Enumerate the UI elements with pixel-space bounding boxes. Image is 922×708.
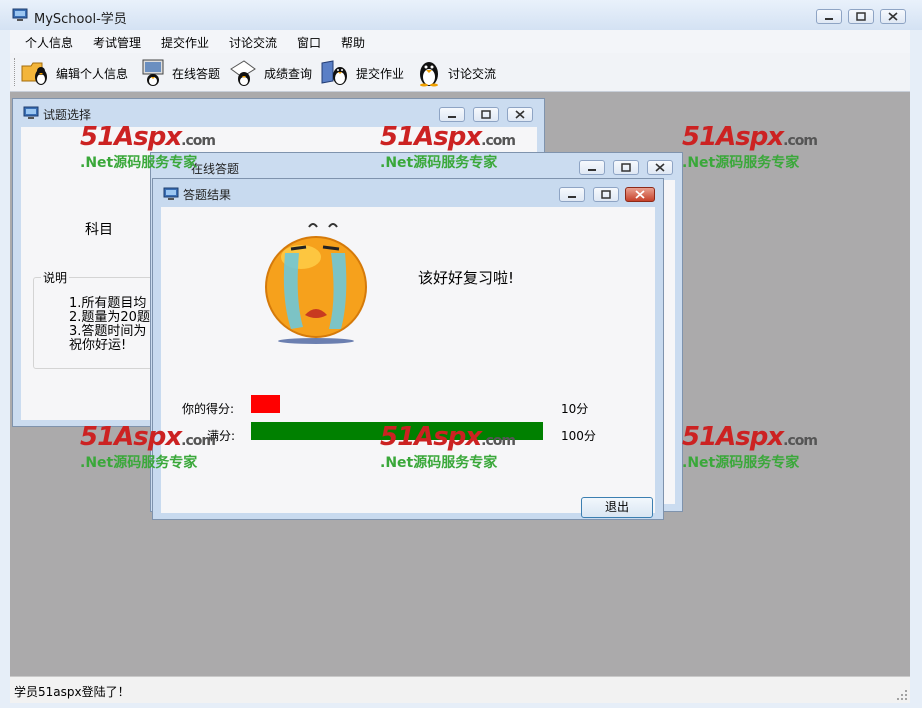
folder-penguin-icon [21,62,47,85]
subject-label: 科目 [85,222,113,238]
score-bar [251,395,280,413]
watermark-logo: 51Aspx [380,122,482,152]
minimize-icon [448,116,456,118]
menu-bar: 个人信息 考试管理 提交作业 讨论交流 窗口 帮助 [10,30,910,53]
status-bar: 学员51aspx登陆了！ [10,676,910,703]
window-title: 答题结果 [183,188,232,202]
description-line: 祝你好运! [69,338,127,353]
watermark-logo-suffix: .com [181,133,216,149]
watermark: 51Aspx.com .Net源码服务专家 [380,122,516,172]
minimize-icon [825,18,833,20]
maximize-icon [621,163,631,172]
window-title: MySchool-学员 [34,12,127,27]
close-button[interactable] [647,160,673,175]
window-computer-icon [163,187,179,200]
toolbar-grip[interactable] [14,58,17,86]
toolbar-button-score-query[interactable]: 成绩查询 [228,53,318,91]
watermark-subtitle: .Net源码服务专家 [682,155,800,171]
watermark-logo-suffix: .com [783,133,818,149]
full-score-value: 100分 [561,429,596,443]
watermark-logo: 51Aspx [380,422,482,452]
description-text: 1.所有题目均 2.题量为20题 3.答题时间为 祝你好运! [69,297,150,353]
watermark: 51Aspx.com .Net源码服务专家 [380,422,516,472]
minimize-button[interactable] [816,9,842,24]
watermark: 51Aspx.com .Net源码服务专家 [682,422,818,472]
title-bar: MySchool-学员 [0,0,922,30]
exit-button[interactable]: 退出 [581,497,653,518]
toolbar-label: 讨论交流 [448,67,497,81]
maximize-icon [481,110,491,119]
minimize-icon [588,169,596,171]
toolbar-label: 提交作业 [356,67,405,81]
watermark-subtitle: .Net源码服务专家 [380,155,498,171]
crying-face-icon [265,223,367,344]
close-icon [515,110,525,119]
close-button[interactable] [880,9,906,24]
minimize-button[interactable] [439,107,465,122]
watermark-logo-suffix: .com [181,433,216,449]
result-message: 该好好复习啦! [418,269,515,287]
toolbar-label: 编辑个人信息 [56,67,129,81]
menu-item-window[interactable]: 窗口 [297,34,321,51]
toolbar-label: 在线答题 [172,67,221,81]
close-icon [655,163,665,172]
watermark-logo: 51Aspx [682,422,784,452]
close-icon [635,190,645,199]
menu-item-help[interactable]: 帮助 [341,34,365,51]
status-text: 学员51aspx登陆了！ [14,685,130,699]
watermark: 51Aspx.com .Net源码服务专家 [682,122,818,172]
book-penguin-icon [321,60,347,85]
watermark-logo-suffix: .com [481,433,516,449]
toolbar-button-edit-profile[interactable]: 编辑个人信息 [20,53,132,91]
description-label: 说明 [41,269,70,286]
watermark-subtitle: .Net源码服务专家 [80,155,198,171]
menu-item-exam[interactable]: 考试管理 [93,34,141,51]
toolbar: 编辑个人信息 在线答题 成绩查询 提交作业 讨论交流 [10,53,910,92]
toolbar-label: 成绩查询 [264,67,313,81]
penguin-icon [420,62,438,87]
app-computer-icon [12,8,28,21]
score-value: 10分 [561,402,589,416]
watermark: 51Aspx.com .Net源码服务专家 [80,422,216,472]
watermark-subtitle: .Net源码服务专家 [80,455,198,471]
close-button[interactable] [625,187,655,202]
watermark: 51Aspx.com .Net源码服务专家 [80,122,216,172]
watermark-logo: 51Aspx [80,122,182,152]
minimize-button[interactable] [579,160,605,175]
watermark-subtitle: .Net源码服务专家 [682,455,800,471]
maximize-button[interactable] [613,160,639,175]
watermark-logo: 51Aspx [682,122,784,152]
close-button[interactable] [507,107,533,122]
toolbar-button-discussion[interactable]: 讨论交流 [414,53,500,91]
description-line: 1.所有题目均 [69,296,147,311]
window-title: 试题选择 [43,108,92,122]
minimize-button[interactable] [559,187,585,202]
maximize-icon [601,190,611,199]
computer-penguin-icon [142,59,164,86]
score-label: 你的得分: [182,402,235,416]
restore-icon [856,12,866,21]
close-icon [888,12,898,21]
window-computer-icon [23,106,39,119]
menu-item-submit-homework[interactable]: 提交作业 [161,34,209,51]
restore-button[interactable] [848,9,874,24]
toolbar-button-online-answer[interactable]: 在线答题 [138,53,224,91]
description-line: 3.答题时间为 [69,324,147,339]
watermark-logo-suffix: .com [481,133,516,149]
paper-penguin-icon [230,60,256,86]
menu-item-personal-info[interactable]: 个人信息 [25,34,73,51]
watermark-logo-suffix: .com [783,433,818,449]
toolbar-button-submit-homework[interactable]: 提交作业 [320,53,412,91]
description-line: 2.题量为20题 [69,310,150,325]
size-grip-icon[interactable] [896,689,908,701]
watermark-logo: 51Aspx [80,422,182,452]
minimize-icon [568,196,576,198]
maximize-button[interactable] [473,107,499,122]
watermark-subtitle: .Net源码服务专家 [380,455,498,471]
menu-item-discussion[interactable]: 讨论交流 [229,34,277,51]
maximize-button[interactable] [593,187,619,202]
